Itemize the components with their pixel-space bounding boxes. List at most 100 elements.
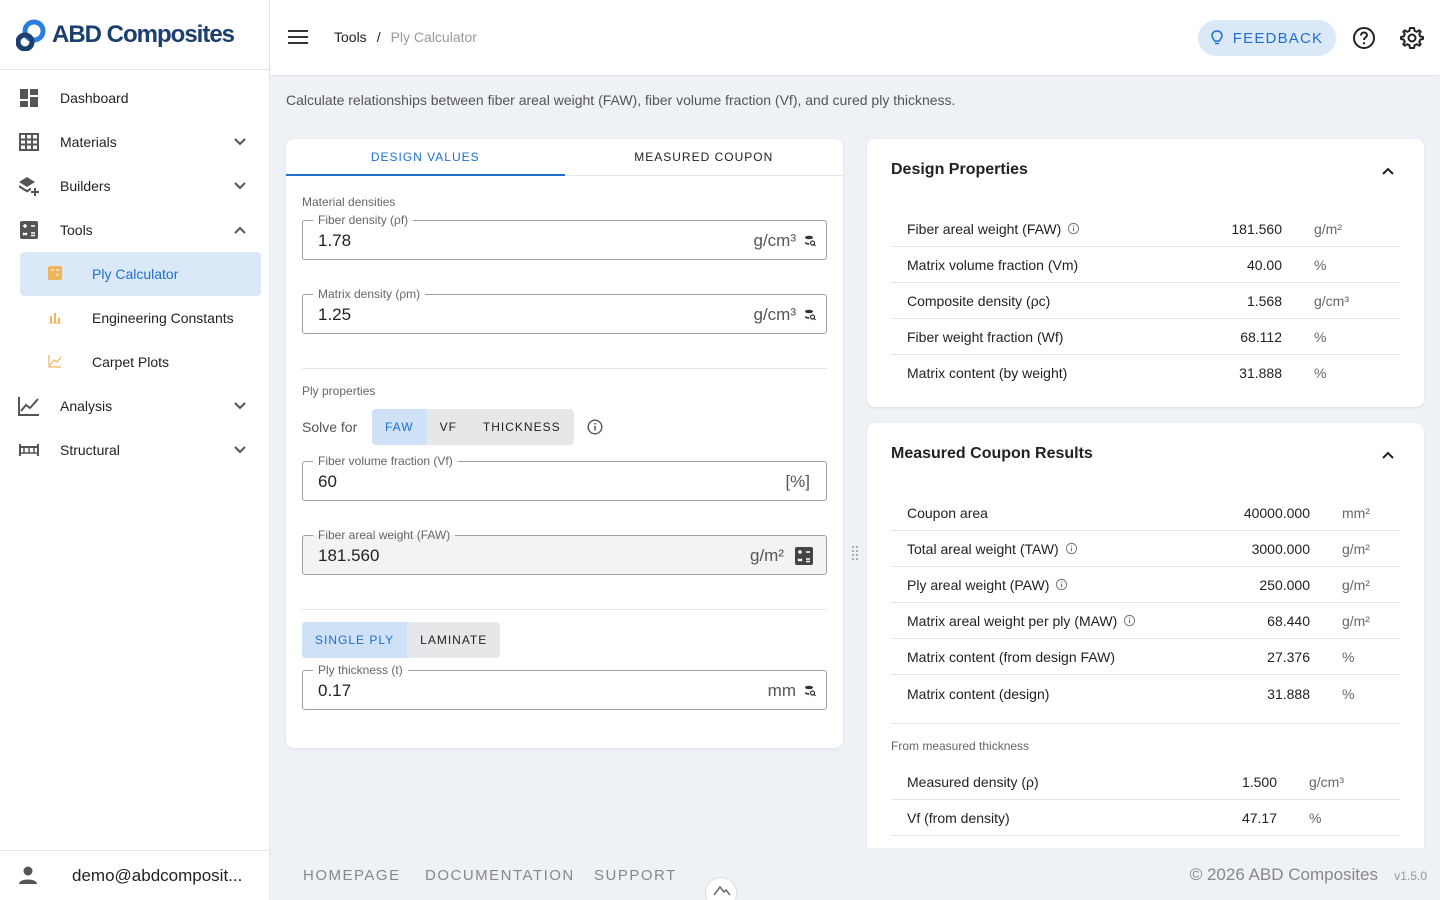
ply-mode-toggle: SINGLE PLY LAMINATE (302, 622, 501, 658)
sidebar-item-carpet-plots[interactable]: Carpet Plots (20, 340, 261, 384)
property-value: 1.500 (1241, 773, 1277, 790)
matrix-density-unit: g/cm³ (753, 305, 797, 324)
table-grid-icon (18, 131, 40, 153)
breadcrumb-tools[interactable]: Tools (334, 29, 367, 45)
property-label-text: Fiber areal weight (FAW) (907, 220, 1062, 237)
solve-faw-button[interactable]: FAW (372, 409, 427, 445)
material-densities-heading: Material densities (302, 195, 396, 209)
resize-handle-icon[interactable] (851, 545, 859, 561)
sidebar-item-engineering-constants[interactable]: Engineering Constants (20, 296, 261, 340)
info-icon[interactable] (1065, 542, 1078, 555)
tab-measured-coupon[interactable]: MEASURED COUPON (565, 139, 844, 175)
faw-field: Fiber areal weight (FAW) 181.560 g/m² (302, 528, 827, 575)
nav-label-builders: Builders (60, 178, 111, 194)
breadcrumb-current: Ply Calculator (390, 29, 477, 45)
user-email: demo@abdcomposit... (72, 865, 243, 885)
chevron-down-icon (234, 446, 246, 454)
property-label: Matrix content (by weight) (907, 365, 1068, 381)
info-icon[interactable] (1055, 578, 1068, 591)
database-search-icon[interactable] (804, 235, 816, 247)
property-unit: g/m² (1314, 220, 1342, 237)
chevron-up-icon[interactable] (1380, 163, 1396, 179)
design-properties-table: Fiber areal weight (FAW) 181.560 g/m² Ma… (891, 211, 1400, 391)
mountain-icon (713, 885, 731, 896)
ply-thickness-unit: mm (767, 681, 796, 700)
property-unit: % (1314, 365, 1327, 381)
property-label-text: Ply areal weight (PAW) (907, 576, 1050, 593)
ply-thickness-value[interactable]: 0.17 (318, 681, 351, 701)
solve-vf-button[interactable]: VF (427, 409, 470, 445)
breadcrumb-separator: / (376, 29, 381, 45)
property-value: 31.888 (1267, 686, 1310, 702)
ply-properties-heading: Ply properties (302, 384, 376, 398)
coupon-results-title: Measured Coupon Results (891, 445, 1093, 462)
area-chart-icon (48, 354, 64, 370)
lightbulb-icon (1211, 30, 1223, 45)
footer-link-homepage[interactable]: HOMEPAGE (303, 867, 401, 884)
footer-link-documentation[interactable]: DOCUMENTATION (425, 867, 575, 884)
nav-item-materials[interactable]: Materials (0, 120, 269, 164)
nav-item-structural[interactable]: Structural (0, 428, 269, 472)
property-label-text: Total areal weight (TAW) (907, 540, 1059, 557)
chevron-up-icon[interactable] (1380, 447, 1396, 463)
nav-item-builders[interactable]: Builders (0, 164, 269, 208)
property-value: 68.112 (1240, 328, 1282, 345)
tab-design-values[interactable]: DESIGN VALUES (286, 139, 565, 176)
nav-item-dashboard[interactable]: Dashboard (0, 76, 269, 120)
matrix-density-value[interactable]: 1.25 (318, 305, 351, 325)
info-icon[interactable] (1067, 222, 1080, 235)
feedback-label: FEEDBACK (1232, 29, 1324, 47)
info-icon[interactable] (587, 419, 603, 435)
chevron-down-icon (234, 138, 246, 146)
nav-item-tools[interactable]: Tools (0, 208, 269, 252)
measured-coupon-card: Measured Coupon Results Coupon area 4000… (867, 423, 1424, 863)
fiber-density-value[interactable]: 1.78 (318, 231, 351, 251)
nav-item-analysis[interactable]: Analysis (0, 384, 269, 428)
user-account[interactable]: demo@abdcomposit... (0, 850, 269, 900)
laminate-button[interactable]: LAMINATE (407, 622, 500, 658)
calculator-icon (48, 266, 64, 282)
matrix-density-field[interactable]: Matrix density (ρm) 1.25 g/cm³ (302, 287, 827, 334)
property-label: Matrix content (from design FAW) (907, 648, 1115, 665)
table-row: Total areal weight (TAW) 3000.000 g/m² (891, 531, 1400, 567)
dashboard-icon (18, 87, 40, 109)
property-value: 250.000 (1259, 576, 1310, 593)
calculator-box-icon (18, 219, 40, 241)
top-bar: Tools / Ply Calculator FEEDBACK (270, 0, 1440, 75)
matrix-density-label: Matrix density (ρm) (313, 287, 426, 301)
user-icon (18, 865, 40, 887)
solve-for-label: Solve for (302, 419, 358, 435)
footer-link-support[interactable]: SUPPORT (594, 867, 677, 884)
property-unit: % (1314, 328, 1327, 345)
vf-value[interactable]: 60 (318, 472, 337, 492)
database-search-icon[interactable] (804, 309, 816, 321)
fiber-density-field[interactable]: Fiber density (ρf) 1.78 g/cm³ (302, 213, 827, 260)
database-search-icon[interactable] (804, 685, 816, 697)
gear-icon[interactable] (1400, 26, 1424, 50)
sidebar-item-ply-calculator[interactable]: Ply Calculator (20, 252, 261, 296)
ply-thickness-field[interactable]: Ply thickness (t) 0.17 mm (302, 663, 827, 710)
single-ply-button[interactable]: SINGLE PLY (302, 622, 408, 658)
solve-thickness-button[interactable]: THICKNESS (470, 409, 574, 445)
help-icon[interactable] (1352, 26, 1376, 50)
sidebar: ABD Composites Dashboard Materials Build… (0, 0, 270, 900)
info-icon[interactable] (1123, 614, 1136, 627)
vf-field[interactable]: Fiber volume fraction (Vf) 60 [%] (302, 454, 827, 501)
calculator-tabs: DESIGN VALUES MEASURED COUPON (286, 139, 843, 176)
property-unit: g/m² (1342, 540, 1370, 557)
property-value: 1.568 (1246, 292, 1282, 309)
table-row: Vf (from density) 47.17 % (891, 800, 1400, 836)
logo[interactable]: ABD Composites (0, 0, 269, 70)
table-row: Matrix volume fraction (Vm) 40.00 % (891, 247, 1400, 283)
property-value: 31.888 (1239, 365, 1282, 381)
faw-unit: g/m² (750, 546, 784, 565)
nav-label-structural: Structural (60, 442, 120, 458)
property-value: 68.440 (1267, 612, 1310, 629)
feedback-button[interactable]: FEEDBACK (1198, 20, 1336, 56)
property-label: Fiber areal weight (FAW) (907, 221, 1080, 237)
menu-icon[interactable] (288, 28, 308, 46)
fiber-density-label: Fiber density (ρf) (313, 213, 414, 227)
vf-label: Fiber volume fraction (Vf) (313, 454, 458, 468)
solve-for-toggle: FAW VF THICKNESS (372, 409, 574, 445)
sub-label-engineering-constants: Engineering Constants (92, 310, 234, 326)
